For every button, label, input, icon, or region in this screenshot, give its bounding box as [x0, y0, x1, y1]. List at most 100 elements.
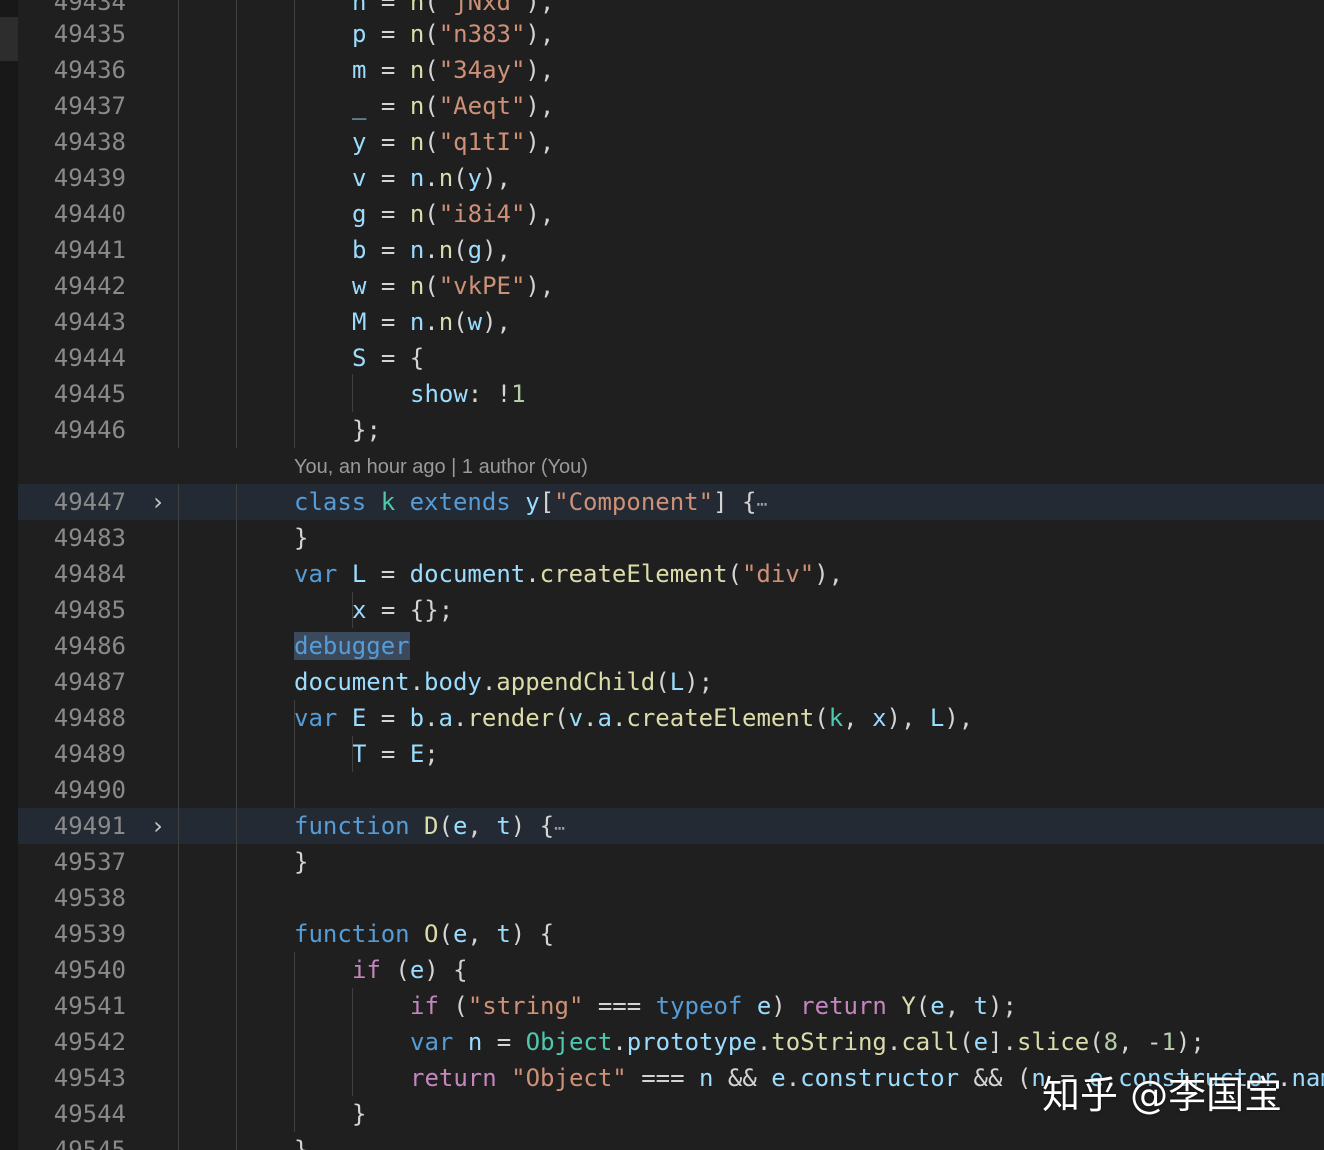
code-line[interactable]: 49487 document.body.appendChild(L);: [18, 664, 1324, 700]
code-token: b: [409, 704, 425, 732]
code-line[interactable]: 49441 b = n.n(g),: [18, 232, 1324, 268]
code-token: :: [467, 380, 497, 408]
code-line[interactable]: 49539 function O(e, t) {: [18, 916, 1324, 952]
line-number: 49445: [53, 380, 126, 408]
code-line[interactable]: 49439 v = n.n(y),: [18, 160, 1324, 196]
code-token: .: [611, 704, 627, 732]
code-text: class k extends y["Component"] {⋯: [294, 484, 767, 523]
line-number: 49490: [53, 776, 126, 804]
code-token: T: [352, 740, 367, 768]
code-text: T = E;: [352, 736, 439, 772]
code-token: =: [366, 20, 410, 48]
code-text: }: [352, 1096, 366, 1132]
code-token: ),: [525, 56, 555, 84]
code-line[interactable]: 49540 if (e) {: [18, 952, 1324, 988]
code-token: 1: [511, 380, 526, 408]
code-editor[interactable]: 49434 n = n("jNxd"), 49435 p = n("n383"), 49…: [0, 0, 1324, 1150]
code-line[interactable]: 49488 var E = b.a.render(v.a.createElemen…: [18, 700, 1324, 736]
line-number: 49441: [53, 236, 126, 264]
code-token: var: [294, 560, 338, 588]
code-token: =: [482, 1028, 526, 1056]
code-token: (: [424, 56, 439, 84]
code-token: "string": [467, 992, 584, 1020]
code-token: =: [366, 92, 410, 120]
code-token: =: [366, 272, 410, 300]
folded-ellipsis-icon[interactable]: ⋯: [554, 818, 565, 839]
code-token: "i8i4": [438, 200, 526, 228]
code-token: !: [496, 380, 512, 408]
code-line[interactable]: 49438 y = n("q1tI"),: [18, 124, 1324, 160]
code-line[interactable]: 49541 if ("string" === typeof e) return Y…: [18, 988, 1324, 1024]
line-number: 49436: [53, 56, 126, 84]
code-token: .: [756, 1028, 772, 1056]
code-line[interactable]: 49491 › function D(e, t) {⋯: [18, 808, 1324, 844]
code-text: var L = document.createElement("div"),: [294, 556, 843, 592]
code-token: (: [424, 200, 439, 228]
code-token: (: [1089, 1028, 1104, 1056]
line-number: 49435: [53, 20, 126, 48]
code-line[interactable]: 49442 w = n("vkPE"),: [18, 268, 1324, 304]
code-token: ),: [944, 704, 974, 732]
code-line[interactable]: 49437 _ = n("Aeqt"),: [18, 88, 1324, 124]
code-line[interactable]: 49446};: [18, 412, 1324, 448]
code-token: n: [352, 0, 367, 16]
indent-guide: [352, 736, 353, 772]
code-token: "div": [741, 560, 815, 588]
code-token: "n383": [438, 20, 526, 48]
code-token: S: [352, 344, 367, 372]
code-token: y: [525, 488, 540, 516]
code-token: function: [294, 812, 410, 840]
line-number: 49541: [53, 992, 126, 1020]
code-line[interactable]: 49445 show: !1: [18, 376, 1324, 412]
code-token: E: [351, 704, 367, 732]
line-number: 49484: [53, 560, 126, 588]
code-token: n: [409, 272, 425, 300]
code-line[interactable]: 49486 debugger: [18, 628, 1324, 664]
code-token: ) {: [510, 920, 555, 948]
code-token: t: [973, 992, 989, 1020]
code-token: var: [410, 1028, 454, 1056]
code-text: v = n.n(y),: [352, 160, 511, 196]
code-line[interactable]: 49489 T = E;: [18, 736, 1324, 772]
code-token: );: [684, 668, 714, 696]
code-token: w: [467, 308, 483, 336]
line-number: 49447: [53, 488, 126, 516]
code-token: .: [481, 668, 497, 696]
code-line[interactable]: 49436 m = n("34ay"),: [18, 52, 1324, 88]
code-token: ].: [988, 1028, 1017, 1056]
code-token: slice: [1016, 1028, 1090, 1056]
line-number: 49544: [53, 1100, 126, 1128]
code-line[interactable]: 49542 var n = Object.prototype.toString.c…: [18, 1024, 1324, 1060]
code-line[interactable]: 49490: [18, 772, 1324, 808]
code-line[interactable]: 49545}: [18, 1132, 1324, 1150]
code-token: a: [438, 704, 453, 732]
line-number: 49443: [53, 308, 126, 336]
code-line[interactable]: 49435 p = n("n383"),: [18, 16, 1324, 52]
code-token: }: [294, 524, 309, 552]
line-number: 49545: [53, 1136, 126, 1150]
code-line[interactable]: 49485 x = {};: [18, 592, 1324, 628]
code-line[interactable]: 49483}: [18, 520, 1324, 556]
code-line[interactable]: 49440 g = n("i8i4"),: [18, 196, 1324, 232]
code-line[interactable]: 49443 M = n.n(w),: [18, 304, 1324, 340]
code-token: e: [771, 1064, 786, 1092]
folded-ellipsis-icon[interactable]: ⋯: [756, 494, 767, 515]
code-line[interactable]: 49484 var L = document.createElement("div…: [18, 556, 1324, 592]
code-text: w = n("vkPE"),: [352, 268, 554, 304]
code-line[interactable]: 49444 S = {: [18, 340, 1324, 376]
code-token: ),: [525, 200, 555, 228]
chevron-right-icon[interactable]: ›: [148, 808, 168, 844]
code-token: n: [409, 20, 425, 48]
code-line[interactable]: 49537}: [18, 844, 1324, 880]
code-line[interactable]: 49447 › class k extends y["Component"] {⋯: [18, 484, 1324, 520]
code-text: var E = b.a.render(v.a.createElement(k, …: [294, 700, 973, 736]
code-token: ) {: [510, 812, 555, 840]
code-line[interactable]: 49538: [18, 880, 1324, 916]
code-text: g = n("i8i4"),: [352, 196, 554, 232]
code-token: function: [294, 920, 410, 948]
chevron-right-icon[interactable]: ›: [148, 484, 168, 520]
code-token: (: [453, 236, 468, 264]
code-token: }: [352, 1100, 367, 1128]
selected-keyword[interactable]: debugger: [294, 632, 410, 660]
